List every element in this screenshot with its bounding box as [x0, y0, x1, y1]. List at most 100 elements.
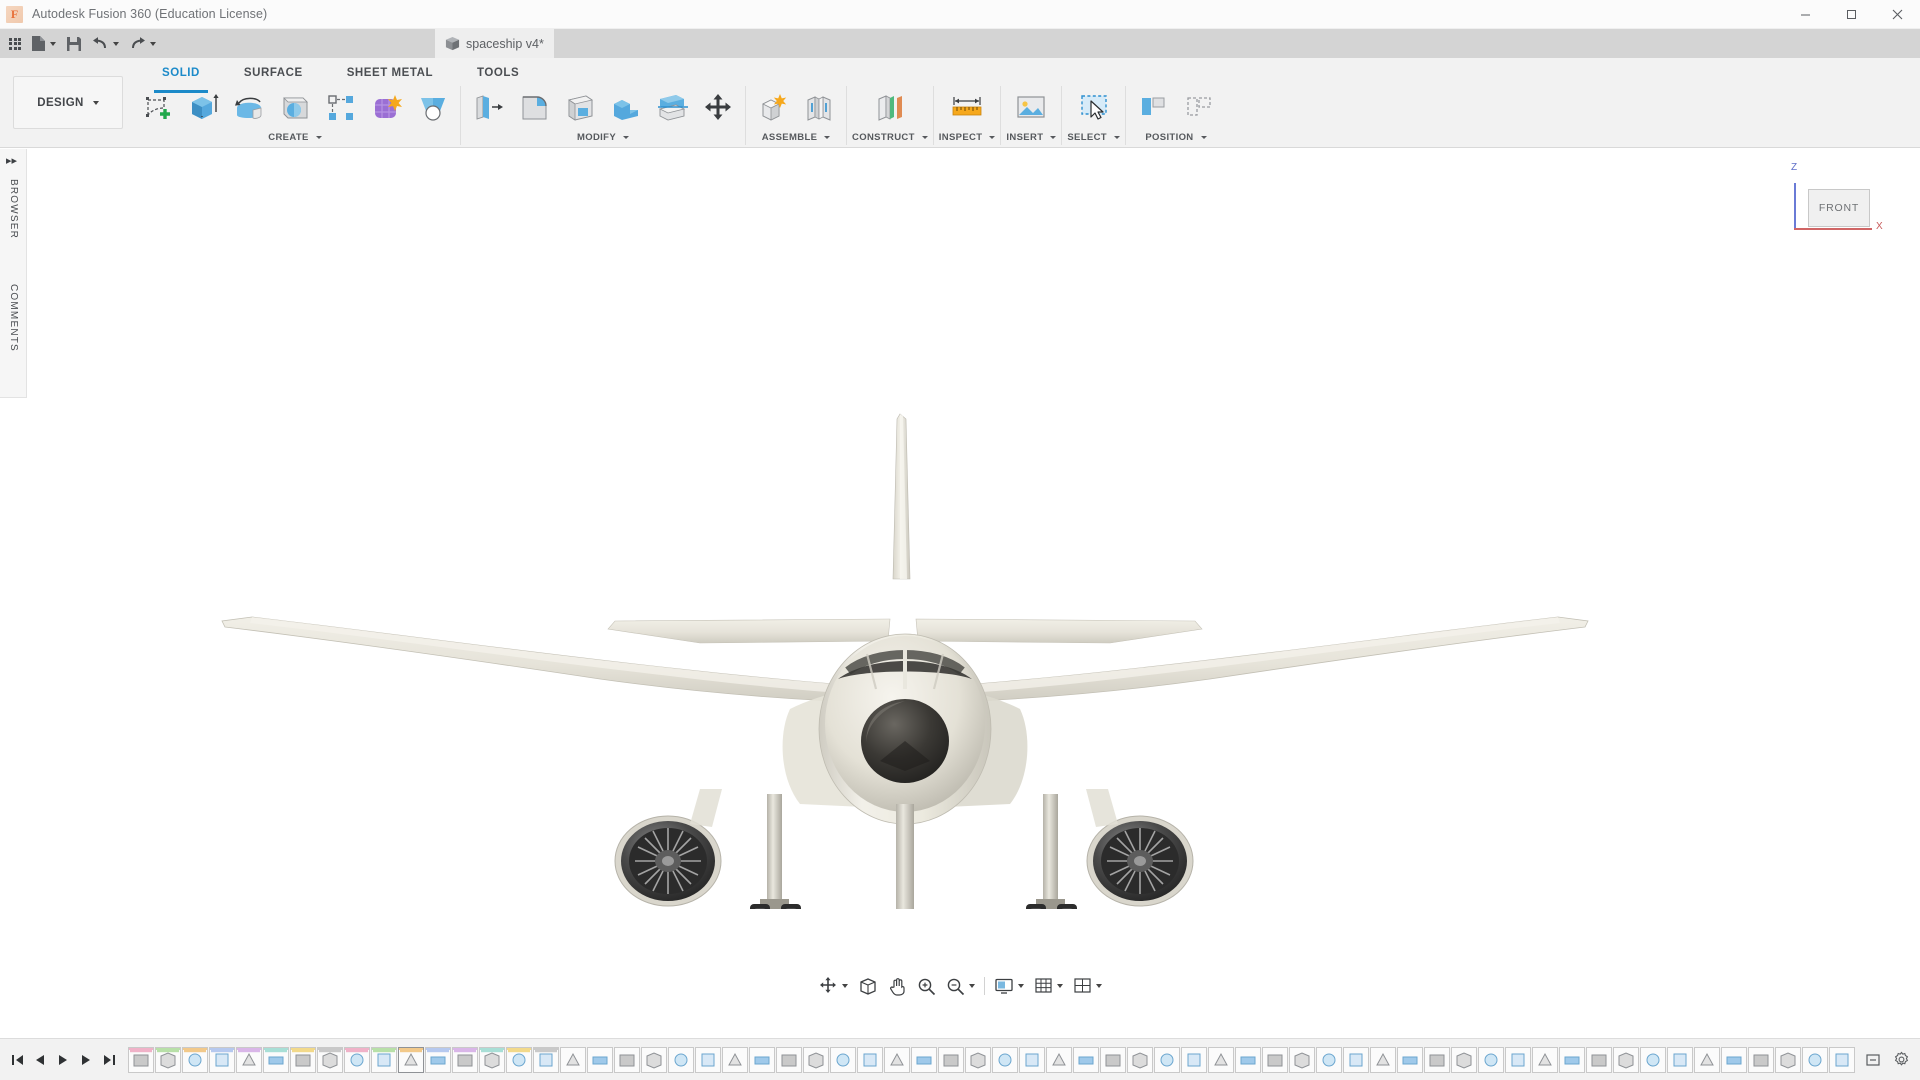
save-button[interactable] — [61, 29, 87, 58]
viewports-button[interactable] — [1068, 972, 1107, 1000]
panel-create-label[interactable]: CREATE — [268, 130, 322, 145]
timeline-feature-node[interactable] — [533, 1046, 559, 1073]
timeline-feature-node[interactable] — [425, 1046, 451, 1073]
timeline-feature-node[interactable] — [695, 1046, 721, 1073]
comments-panel-tab[interactable]: COMMENTS — [8, 284, 19, 352]
timeline-feature-node[interactable] — [803, 1046, 829, 1073]
redo-button[interactable] — [124, 29, 161, 58]
timeline-feature-node[interactable] — [1586, 1046, 1612, 1073]
minimize-button[interactable] — [1782, 0, 1828, 29]
panel-inspect-label[interactable]: INSPECT — [939, 130, 996, 145]
timeline-feature-node[interactable] — [1829, 1046, 1855, 1073]
sweep-tool[interactable] — [273, 86, 317, 130]
pattern-tool[interactable] — [319, 86, 363, 130]
timeline-feature-node[interactable] — [182, 1046, 208, 1073]
timeline-feature-node[interactable] — [236, 1046, 262, 1073]
panel-select-label[interactable]: SELECT — [1067, 130, 1120, 145]
timeline-feature-node[interactable] — [992, 1046, 1018, 1073]
timeline-feature-node[interactable] — [1397, 1046, 1423, 1073]
app-grid-button[interactable] — [4, 29, 26, 58]
timeline-feature-node[interactable] — [1343, 1046, 1369, 1073]
timeline-feature-node[interactable] — [641, 1046, 667, 1073]
combine-tool[interactable] — [604, 86, 648, 130]
timeline-overflow-button[interactable] — [1860, 1047, 1886, 1073]
panel-construct-label[interactable]: CONSTRUCT — [852, 130, 928, 145]
timeline-feature-node[interactable] — [857, 1046, 883, 1073]
new-file-button[interactable] — [26, 29, 61, 58]
timeline-feature-node[interactable] — [884, 1046, 910, 1073]
fillet-tool[interactable] — [512, 86, 556, 130]
loft-tool[interactable] — [411, 86, 455, 130]
timeline-feature-node[interactable] — [1613, 1046, 1639, 1073]
timeline-feature-node[interactable] — [749, 1046, 775, 1073]
align-right-tool[interactable] — [1177, 86, 1221, 130]
tab-sheet-metal[interactable]: SHEET METAL — [325, 67, 455, 85]
timeline-feature-node[interactable] — [776, 1046, 802, 1073]
tab-surface[interactable]: SURFACE — [222, 67, 325, 85]
timeline-feature-node[interactable] — [1748, 1046, 1774, 1073]
timeline-feature-node[interactable] — [560, 1046, 586, 1073]
timeline-feature-node[interactable] — [371, 1046, 397, 1073]
play-button[interactable] — [52, 1047, 74, 1073]
timeline-feature-node[interactable] — [263, 1046, 289, 1073]
timeline-feature-node[interactable] — [1505, 1046, 1531, 1073]
timeline-feature-node[interactable] — [1046, 1046, 1072, 1073]
settings-button[interactable] — [1888, 1047, 1914, 1073]
timeline-feature-node[interactable] — [398, 1046, 424, 1073]
timeline-feature-node[interactable] — [587, 1046, 613, 1073]
pan-tool[interactable] — [883, 972, 912, 1000]
timeline-feature-node[interactable] — [1370, 1046, 1396, 1073]
timeline-feature-node[interactable] — [344, 1046, 370, 1073]
measure-tool[interactable] — [945, 86, 989, 130]
timeline-feature-node[interactable] — [290, 1046, 316, 1073]
move-copy-tool[interactable] — [696, 86, 740, 130]
browser-panel-tab[interactable]: BROWSER — [8, 179, 19, 239]
display-settings-button[interactable] — [989, 972, 1029, 1000]
timeline-scrollbar[interactable] — [140, 1076, 1480, 1080]
timeline-feature-node[interactable] — [1721, 1046, 1747, 1073]
timeline-feature-node[interactable] — [1775, 1046, 1801, 1073]
joint-tool[interactable] — [797, 86, 841, 130]
document-tab[interactable]: spaceship v4* — [435, 29, 554, 58]
orbit-tool[interactable] — [813, 972, 853, 1000]
timeline-feature-node[interactable] — [1289, 1046, 1315, 1073]
timeline-feature-node[interactable] — [128, 1046, 154, 1073]
viewport[interactable]: Z X FRONT — [0, 149, 1920, 1032]
step-back-button[interactable] — [29, 1047, 51, 1073]
maximize-button[interactable] — [1828, 0, 1874, 29]
panel-position-label[interactable]: POSITION — [1145, 130, 1207, 145]
workspace-selector[interactable]: DESIGN — [13, 76, 123, 129]
jump-to-end-button[interactable] — [98, 1047, 120, 1073]
timeline-feature-node[interactable] — [911, 1046, 937, 1073]
panel-insert-label[interactable]: INSERT — [1006, 130, 1057, 145]
panel-assemble-label[interactable]: ASSEMBLE — [762, 130, 831, 145]
step-forward-button[interactable] — [75, 1047, 97, 1073]
split-face-tool[interactable] — [650, 86, 694, 130]
timeline-feature-node[interactable] — [1262, 1046, 1288, 1073]
panel-modify-label[interactable]: MODIFY — [577, 130, 630, 145]
select-tool[interactable] — [1072, 86, 1116, 130]
view-cube[interactable]: Z X FRONT — [1788, 157, 1898, 252]
tab-tools[interactable]: TOOLS — [455, 67, 541, 85]
look-at-tool[interactable] — [853, 972, 883, 1000]
timeline-feature-node[interactable] — [1451, 1046, 1477, 1073]
revolve-tool[interactable] — [227, 86, 271, 130]
timeline-feature-node[interactable] — [1424, 1046, 1450, 1073]
timeline-feature-node[interactable] — [965, 1046, 991, 1073]
timeline-feature-node[interactable] — [1019, 1046, 1045, 1073]
insert-image-tool[interactable] — [1009, 86, 1053, 130]
view-cube-front-face[interactable]: FRONT — [1808, 189, 1870, 227]
timeline-feature-node[interactable] — [938, 1046, 964, 1073]
timeline-feature-node[interactable] — [1181, 1046, 1207, 1073]
timeline-feature-node[interactable] — [1127, 1046, 1153, 1073]
timeline-feature-node[interactable] — [1640, 1046, 1666, 1073]
extrude-tool[interactable] — [181, 86, 225, 130]
timeline-feature-node[interactable] — [452, 1046, 478, 1073]
timeline-feature-node[interactable] — [209, 1046, 235, 1073]
align-left-tool[interactable] — [1131, 86, 1175, 130]
jump-to-beginning-button[interactable] — [6, 1047, 28, 1073]
timeline-feature-node[interactable] — [1478, 1046, 1504, 1073]
press-pull-tool[interactable] — [466, 86, 510, 130]
timeline-feature-node[interactable] — [668, 1046, 694, 1073]
form-tool[interactable] — [365, 86, 409, 130]
